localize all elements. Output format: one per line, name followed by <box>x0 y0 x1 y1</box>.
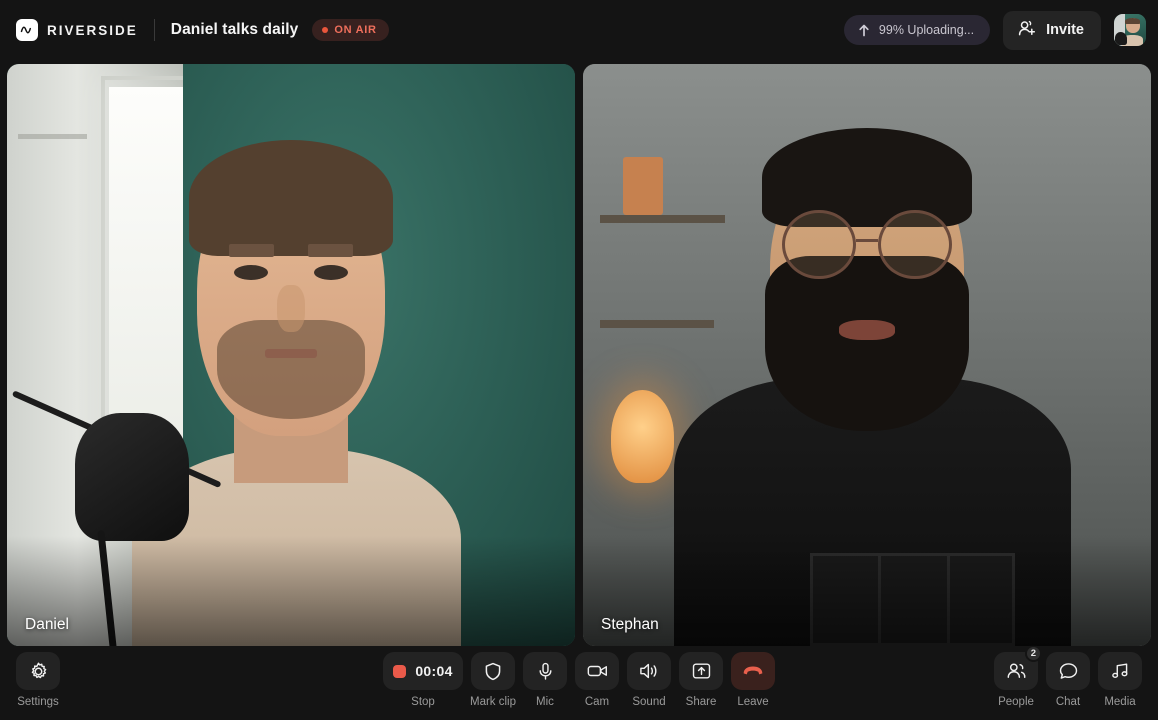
settings-label: Settings <box>17 696 59 708</box>
person-eye-left <box>234 264 269 280</box>
person-mouth <box>265 349 317 359</box>
people-label: People <box>998 696 1034 708</box>
person-glasses-right <box>878 209 953 280</box>
speaker-icon <box>627 652 671 690</box>
video-tile-stephan[interactable]: Stephan <box>583 64 1151 646</box>
person-beard <box>217 320 365 420</box>
microphone-icon <box>523 652 567 690</box>
people-button[interactable]: 2 People <box>994 645 1042 709</box>
people-count-badge: 2 <box>1024 645 1042 662</box>
on-air-dot-icon <box>322 27 329 33</box>
session-title: Daniel talks daily <box>170 21 299 38</box>
person-beard <box>764 256 970 431</box>
chat-button[interactable]: Chat <box>1046 652 1090 709</box>
upload-arrow-icon <box>858 24 870 37</box>
status-badge-on-air: ON AIR <box>312 19 389 41</box>
app-header: RIVERSIDE Daniel talks daily ON AIR 99% … <box>0 0 1158 60</box>
toolbar-right-group: 2 People Chat Media <box>994 645 1142 709</box>
sound-label: Sound <box>632 696 666 708</box>
scene-shelf-lower <box>600 320 714 329</box>
tile-gradient-overlay <box>583 536 1151 646</box>
upload-status-label: 99% Uploading... <box>878 23 975 37</box>
phone-hangup-icon <box>731 652 775 690</box>
mark-clip-label: Mark clip <box>470 696 517 708</box>
music-note-icon <box>1098 652 1142 690</box>
leave-button[interactable]: Leave <box>731 652 775 709</box>
header-actions: 99% Uploading... Invite <box>843 10 1146 50</box>
stop-recording-button[interactable]: 00:04 Stop <box>383 652 463 709</box>
scene-jar <box>622 157 663 216</box>
camera-icon <box>575 652 619 690</box>
mic-button[interactable]: Mic <box>523 652 567 709</box>
participant-name-label: Stephan <box>601 616 659 633</box>
microphone-body <box>75 413 189 542</box>
share-button[interactable]: Share <box>679 652 723 709</box>
people-icon: 2 <box>994 645 1042 690</box>
scene-window <box>109 87 189 449</box>
riverside-wave-icon <box>16 19 38 41</box>
person-hair <box>761 128 973 227</box>
person-hair <box>188 139 394 257</box>
sound-button[interactable]: Sound <box>627 652 671 709</box>
media-label: Media <box>1104 696 1136 708</box>
scene-shelf <box>18 133 87 139</box>
leave-label: Leave <box>737 696 769 708</box>
recording-timer: 00:04 <box>415 663 453 679</box>
avatar-hair <box>1125 17 1140 24</box>
share-screen-icon <box>679 652 723 690</box>
cam-label: Cam <box>584 696 610 708</box>
mark-clip-button[interactable]: Mark clip <box>470 652 517 709</box>
video-tile-daniel[interactable]: Daniel <box>7 64 575 646</box>
person-nose <box>276 285 306 332</box>
person-eye-right <box>313 264 348 280</box>
person-eyebrow-right <box>308 244 354 258</box>
participant-name-label: Daniel <box>25 616 69 633</box>
media-button[interactable]: Media <box>1098 652 1142 709</box>
on-air-label: ON AIR <box>334 24 377 36</box>
invite-button[interactable]: Invite <box>1003 10 1101 50</box>
brand-name: RIVERSIDE <box>47 22 138 38</box>
person-glasses-bridge <box>855 238 879 242</box>
brand: RIVERSIDE <box>16 19 138 41</box>
header-divider <box>153 19 155 41</box>
video-stage: Daniel Stephan <box>0 60 1158 646</box>
person-mouth <box>838 320 896 340</box>
record-stop-icon: 00:04 <box>383 652 463 690</box>
tile-gradient-overlay <box>7 536 575 646</box>
gear-icon <box>16 652 60 690</box>
record-indicator-dot <box>393 664 407 678</box>
toolbar-left-group: Settings <box>16 652 60 709</box>
scene-lamp <box>611 389 674 484</box>
person-glasses-left <box>781 209 856 280</box>
chat-bubble-icon <box>1046 652 1090 690</box>
share-label: Share <box>685 696 717 708</box>
add-person-icon <box>1018 20 1037 41</box>
avatar-microphone <box>1114 31 1128 46</box>
riverside-studio-window: RIVERSIDE Daniel talks daily ON AIR 99% … <box>0 0 1158 720</box>
mic-label: Mic <box>536 696 554 708</box>
chat-label: Chat <box>1055 696 1081 708</box>
stop-label: Stop <box>411 696 435 708</box>
avatar[interactable] <box>1114 14 1146 46</box>
shield-bookmark-icon <box>471 652 515 690</box>
bottom-toolbar: Settings 00:04 Stop Mark clip Mic Cam So… <box>0 645 1158 720</box>
toolbar-center-group: 00:04 Stop Mark clip Mic Cam Sound Share… <box>383 652 775 709</box>
person-eyebrow-left <box>228 244 274 258</box>
upload-status-pill[interactable]: 99% Uploading... <box>843 15 991 45</box>
cam-button[interactable]: Cam <box>575 652 619 709</box>
invite-button-label: Invite <box>1046 22 1084 38</box>
settings-button[interactable]: Settings <box>16 652 60 709</box>
scene-shelf-upper <box>600 215 725 224</box>
